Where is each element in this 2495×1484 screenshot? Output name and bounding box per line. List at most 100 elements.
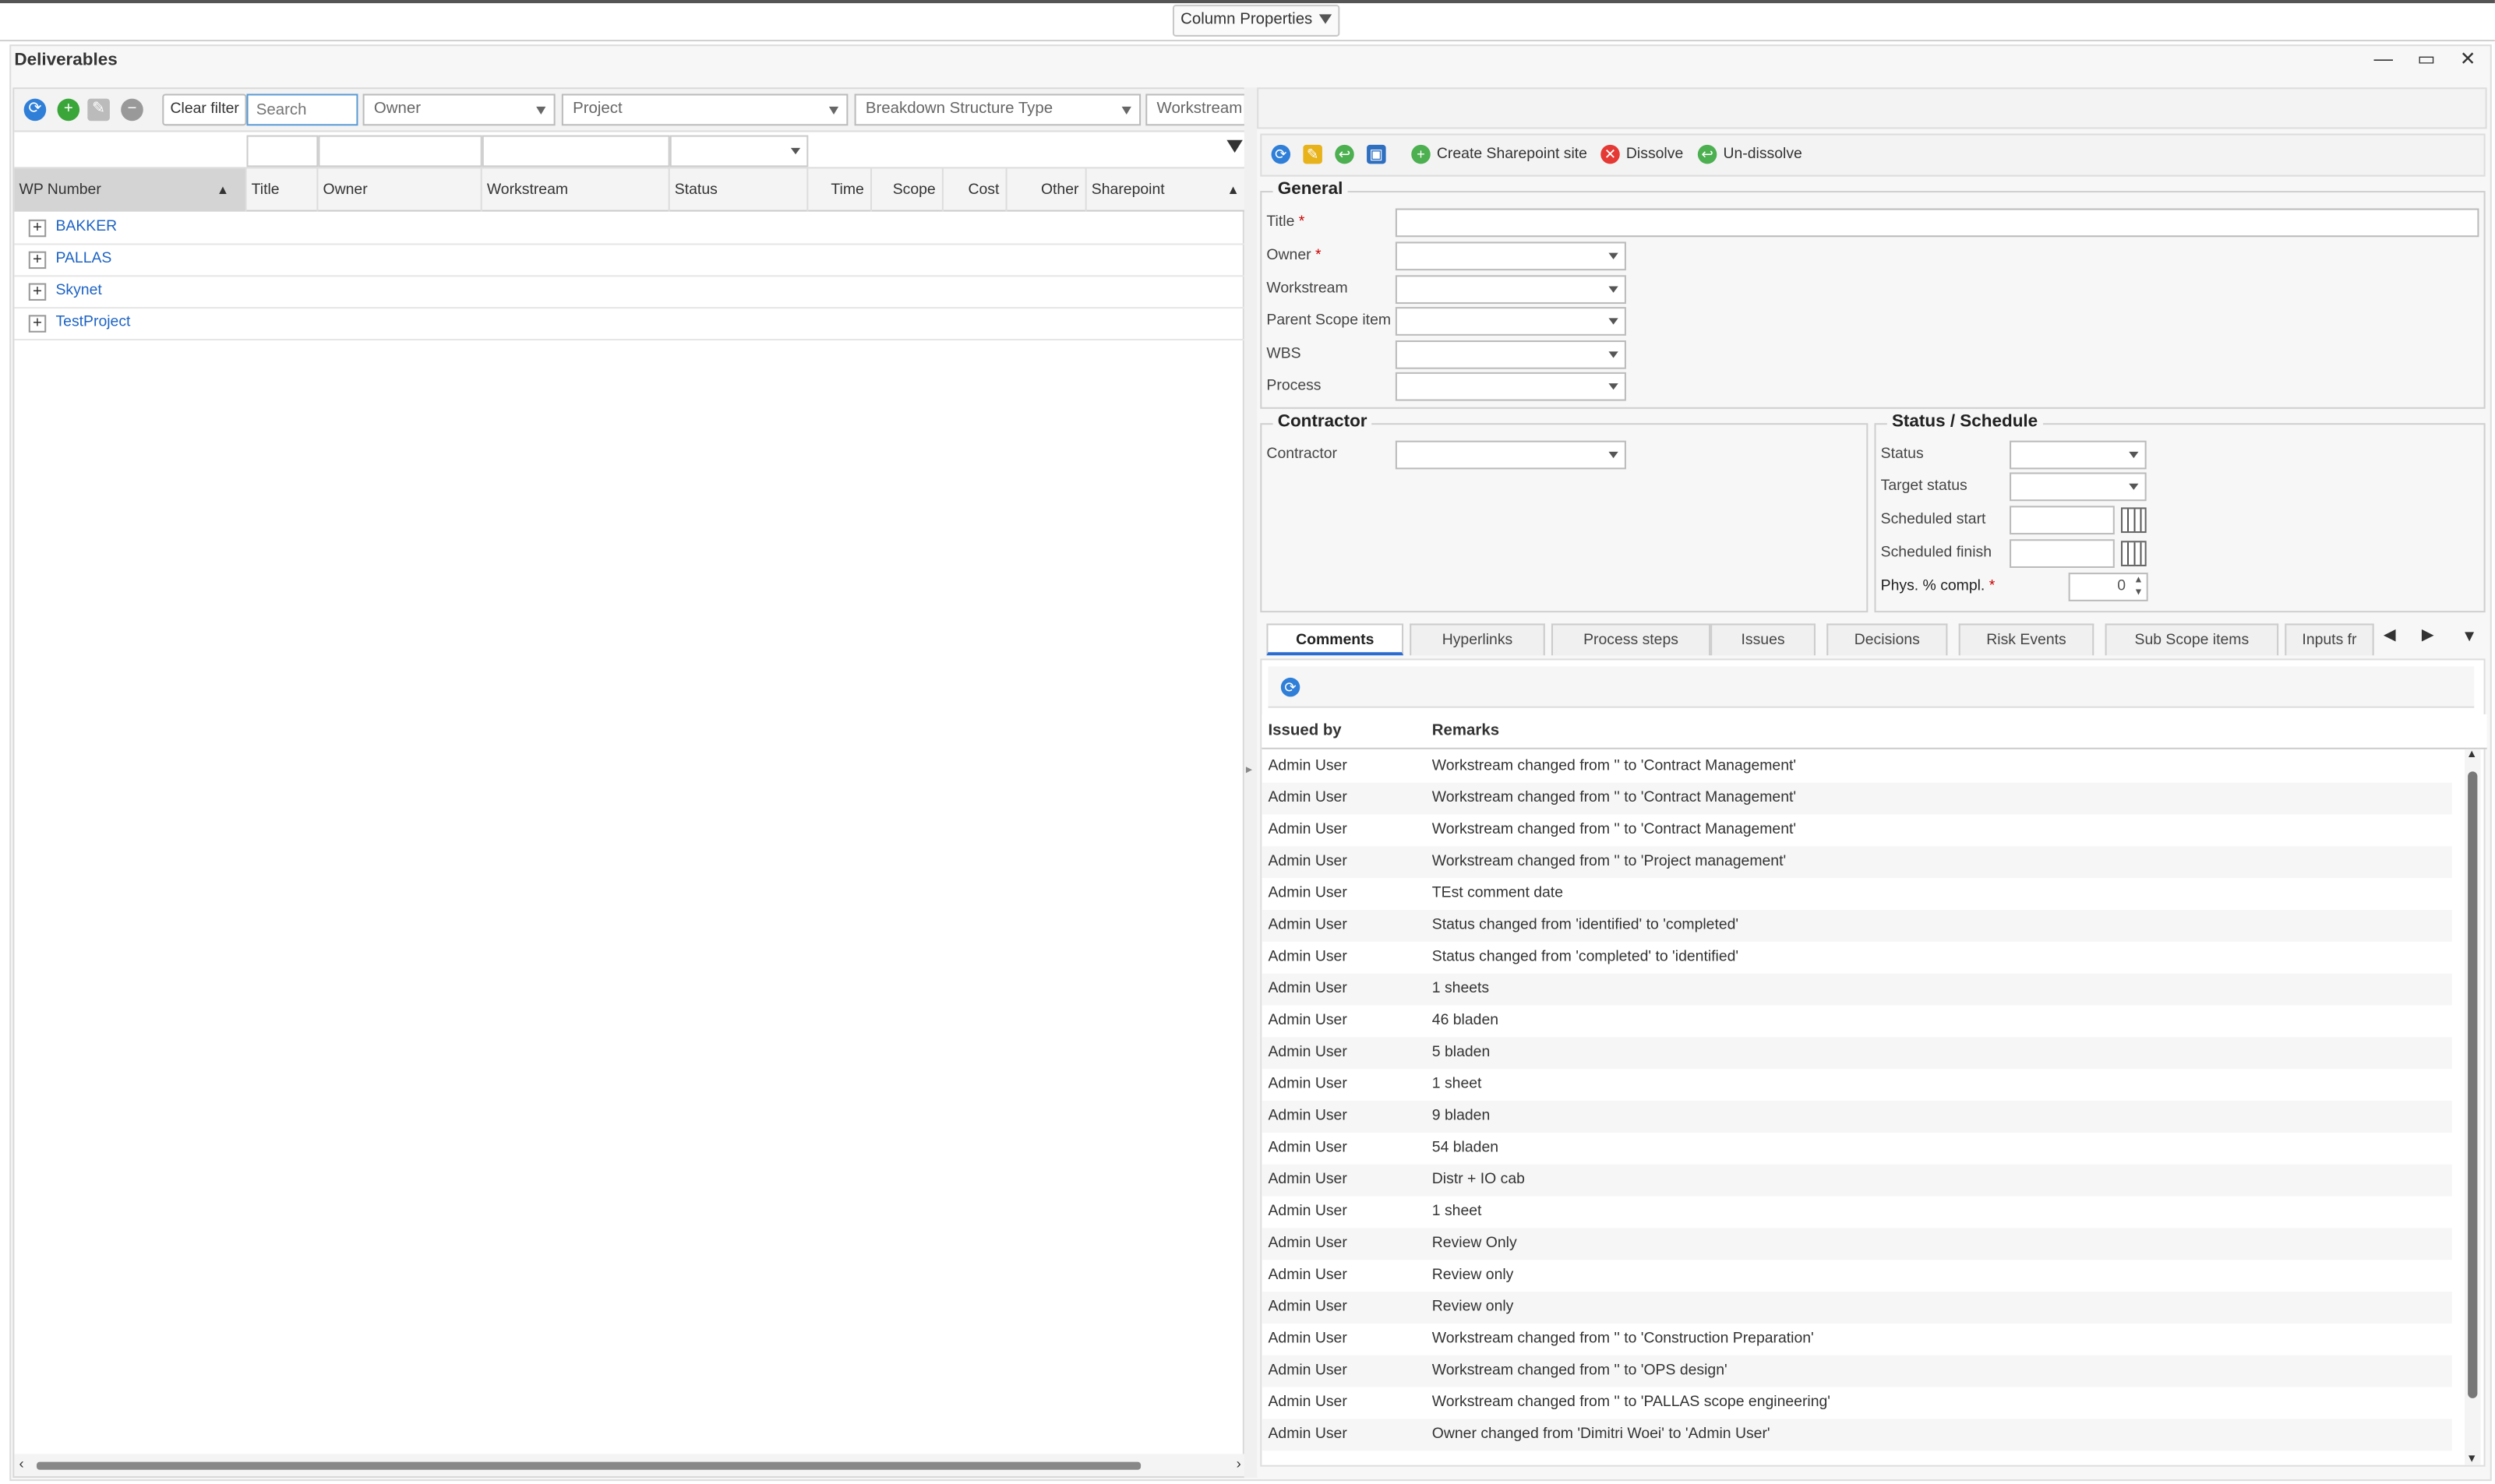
- tab-inputs[interactable]: Inputs fr: [2285, 623, 2374, 656]
- parent-scope-field[interactable]: [1395, 307, 1626, 336]
- table-row[interactable]: Admin User Workstream changed from '' to …: [1262, 1324, 2451, 1355]
- workstream-filter-select[interactable]: Workstream: [1145, 93, 1246, 126]
- column-header-workstream[interactable]: Workstream: [482, 168, 670, 212]
- scroll-down-icon[interactable]: ▼: [2466, 1454, 2477, 1465]
- table-row[interactable]: + BAKKER: [14, 213, 1246, 245]
- scheduled-start-field[interactable]: [2010, 506, 2115, 535]
- panel-splitter[interactable]: ▸: [1244, 87, 1258, 1479]
- project-link[interactable]: PALLAS: [55, 250, 111, 267]
- owner-filter-select[interactable]: Owner: [362, 93, 556, 126]
- column-header-owner[interactable]: Owner: [318, 168, 482, 212]
- column-properties-dropdown[interactable]: Column Properties: [1172, 5, 1339, 37]
- project-link[interactable]: Skynet: [55, 281, 101, 298]
- table-row[interactable]: Admin User Review Only: [1262, 1228, 2452, 1260]
- column-header-cost[interactable]: Cost: [944, 168, 1008, 212]
- project-link[interactable]: TestProject: [55, 313, 130, 330]
- status-field[interactable]: [2010, 440, 2147, 470]
- window-controls[interactable]: — ▭ ✕: [2374, 48, 2486, 70]
- owner-field[interactable]: [1395, 241, 1626, 271]
- column-header-remarks[interactable]: Remarks: [1432, 722, 1499, 739]
- scrollbar-thumb[interactable]: [2468, 771, 2478, 1398]
- table-row[interactable]: Admin User Owner changed from 'Dimitri Wo…: [1262, 1419, 2452, 1451]
- workstream-filter-input[interactable]: [482, 135, 670, 167]
- calendar-icon[interactable]: [2120, 507, 2147, 534]
- undo-icon[interactable]: ↩: [1335, 144, 1360, 164]
- clear-filter-button[interactable]: Clear filter: [162, 93, 248, 126]
- table-row[interactable]: Admin User Workstream changed from '' to …: [1262, 846, 2452, 879]
- calendar-icon[interactable]: [2120, 541, 2147, 566]
- table-row[interactable]: Admin User 1 sheet: [1262, 1197, 2451, 1228]
- column-header-issued-by[interactable]: Issued by: [1268, 722, 1341, 739]
- workstream-field[interactable]: [1395, 275, 1626, 305]
- table-row[interactable]: Admin User Status changed from 'completed…: [1262, 942, 2451, 974]
- table-row[interactable]: Admin User 54 bladen: [1262, 1133, 2451, 1165]
- tab-issues[interactable]: Issues: [1710, 623, 1816, 656]
- column-header-status[interactable]: Status: [670, 168, 809, 212]
- tab-scroll-left-icon[interactable]: ◀: [2384, 627, 2396, 644]
- tab-process-steps[interactable]: Process steps: [1551, 623, 1711, 656]
- column-header-scope[interactable]: Scope: [872, 168, 944, 212]
- scroll-right-icon[interactable]: ›: [1237, 1455, 1241, 1471]
- column-header-title[interactable]: Title: [247, 168, 319, 212]
- add-icon[interactable]: +: [57, 98, 80, 122]
- expand-icon[interactable]: +: [28, 219, 47, 238]
- phys-compl-stepper[interactable]: 0 ▲ ▼: [2068, 573, 2148, 601]
- title-field[interactable]: [1395, 208, 2479, 238]
- tab-scroll-right-icon[interactable]: ▶: [2422, 627, 2434, 644]
- refresh-icon[interactable]: ⟳: [23, 98, 47, 122]
- table-row[interactable]: Admin User 1 sheets: [1262, 973, 2452, 1006]
- table-row[interactable]: Admin User 46 bladen: [1262, 1006, 2451, 1038]
- table-row[interactable]: Admin User Workstream changed from '' to …: [1262, 1387, 2451, 1419]
- horizontal-scrollbar[interactable]: ‹ ›: [14, 1454, 1246, 1476]
- refresh-icon[interactable]: ⟳: [1271, 144, 1297, 164]
- table-row[interactable]: Admin User Workstream changed from '' to …: [1262, 782, 2452, 815]
- edit-icon[interactable]: ✎: [87, 98, 110, 122]
- table-row[interactable]: Admin User 9 bladen: [1262, 1101, 2452, 1133]
- status-filter-select[interactable]: [669, 135, 809, 167]
- project-link[interactable]: BAKKER: [55, 218, 117, 235]
- table-row[interactable]: + TestProject: [14, 308, 1246, 340]
- table-row[interactable]: Admin User 5 bladen: [1262, 1037, 2452, 1070]
- expand-icon[interactable]: +: [28, 283, 47, 301]
- process-field[interactable]: [1395, 372, 1626, 401]
- table-row[interactable]: Admin User Review only: [1262, 1260, 2451, 1292]
- column-header-wp-number[interactable]: WP Number ▲: [14, 168, 247, 212]
- tab-sub-scope-items[interactable]: Sub Scope items: [2105, 623, 2279, 656]
- table-row[interactable]: Admin User 1 sheet: [1262, 1069, 2451, 1101]
- table-row[interactable]: Admin User Review only: [1262, 1292, 2452, 1324]
- scrollbar-thumb[interactable]: [36, 1461, 1142, 1470]
- vertical-scrollbar[interactable]: ▲ ▼: [2465, 749, 2481, 1465]
- table-row[interactable]: Admin User Status changed from 'identifie…: [1262, 910, 2452, 942]
- scheduled-finish-field[interactable]: [2010, 539, 2115, 568]
- table-row[interactable]: Admin User TEst comment date: [1262, 878, 2451, 910]
- save-icon[interactable]: ▣: [1367, 144, 1392, 164]
- search-input[interactable]: [246, 93, 358, 126]
- contractor-field[interactable]: [1395, 440, 1626, 470]
- column-header-sharepoint[interactable]: Sharepoint ▲: [1087, 168, 1246, 211]
- table-row[interactable]: Admin User Workstream changed from '' to …: [1262, 815, 2451, 847]
- collapse-arrow-icon[interactable]: ▸: [1246, 762, 1252, 776]
- tab-risk-events[interactable]: Risk Events: [1958, 623, 2094, 656]
- create-sharepoint-button[interactable]: + Create Sharepoint site: [1411, 144, 1587, 164]
- minimize-maximize-close-icons[interactable]: — ▭ ✕: [2374, 48, 2486, 70]
- expand-icon[interactable]: +: [28, 251, 47, 270]
- table-row[interactable]: Admin User Workstream changed from '' to …: [1262, 751, 2451, 783]
- expand-icon[interactable]: +: [28, 315, 47, 333]
- scroll-up-icon[interactable]: ▲: [2466, 749, 2477, 760]
- target-status-field[interactable]: [2010, 472, 2147, 502]
- breakdown-filter-select[interactable]: Breakdown Structure Type: [854, 93, 1142, 126]
- wbs-field[interactable]: [1395, 340, 1626, 369]
- undissolve-button[interactable]: ↩ Un-dissolve: [1697, 144, 1802, 164]
- scroll-left-icon[interactable]: ‹: [19, 1455, 24, 1471]
- dissolve-button[interactable]: ✕ Dissolve: [1600, 144, 1683, 164]
- tab-decisions[interactable]: Decisions: [1826, 623, 1948, 656]
- table-row[interactable]: + Skynet: [14, 277, 1246, 309]
- owner-filter-input[interactable]: [318, 135, 482, 167]
- table-row[interactable]: Admin User Distr + IO cab: [1262, 1164, 2452, 1197]
- project-filter-select[interactable]: Project: [561, 93, 849, 126]
- tab-comments[interactable]: Comments: [1266, 623, 1404, 656]
- column-header-other[interactable]: Other: [1008, 168, 1087, 212]
- table-row[interactable]: + PALLAS: [14, 245, 1246, 277]
- filter-icon[interactable]: [1226, 139, 1243, 153]
- table-row[interactable]: Admin User Workstream changed from '' to …: [1262, 1355, 2452, 1387]
